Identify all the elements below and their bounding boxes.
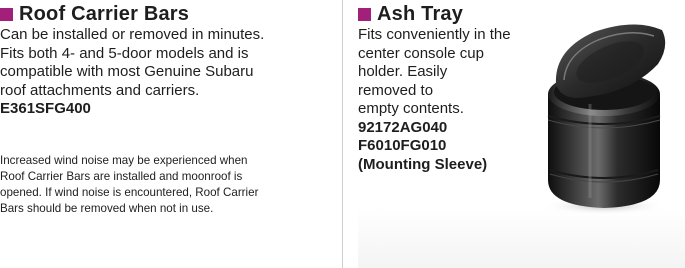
roof-carrier-bars-section: Roof Carrier Bars Can be installed or re… xyxy=(0,0,340,268)
roof-carrier-bars-part-number: E361SFG400 xyxy=(0,100,91,117)
ash-tray-description: Fits conveniently in the center console … xyxy=(358,26,536,119)
roof-carrier-bars-heading: Roof Carrier Bars xyxy=(0,2,340,26)
roof-carrier-bars-title: Roof Carrier Bars xyxy=(19,2,190,25)
description-line: roof attachments and carriers. xyxy=(0,81,200,99)
square-bullet-icon xyxy=(0,7,13,21)
mounting-sleeve-label: (Mounting Sleeve) xyxy=(358,155,488,173)
ash-tray-heading: Ash Tray xyxy=(358,2,538,26)
ash-tray-section: Ash Tray Fits conveniently in the center… xyxy=(358,0,685,268)
square-bullet-icon xyxy=(358,7,371,21)
note-line: Increased wind noise may be experienced … xyxy=(0,153,248,167)
ash-tray-image xyxy=(542,24,666,215)
description-line: Fits both 4- and 5-door models and is xyxy=(0,44,249,62)
description-line: removed to xyxy=(358,81,434,99)
mounting-sleeve-part-number: F6010FG010 xyxy=(358,137,447,154)
ash-tray-title: Ash Tray xyxy=(377,2,464,25)
ash-tray-part-number: 92172AG040 xyxy=(358,118,448,136)
description-line: compatible with most Genuine Subaru xyxy=(0,63,254,80)
note-line: Roof Carrier Bars are installed and moon… xyxy=(0,169,243,183)
roof-carrier-bars-description: Can be installed or removed in minutes. … xyxy=(0,26,340,100)
image-backdrop xyxy=(358,208,685,268)
description-line: center console cup xyxy=(358,44,484,62)
note-line: Bars should be removed when not in use. xyxy=(0,201,214,215)
wind-noise-note: Increased wind noise may be experienced … xyxy=(0,153,338,217)
description-line: empty contents. xyxy=(358,100,464,117)
column-divider xyxy=(342,0,343,268)
description-line: holder. Easily xyxy=(358,63,448,80)
ash-tray-text: Ash Tray Fits conveniently in the center… xyxy=(358,0,538,174)
note-line: opened. If wind noise is encountered, Ro… xyxy=(0,185,259,199)
description-line: Can be installed or removed in minutes. xyxy=(0,26,265,43)
description-line: Fits conveniently in the xyxy=(358,26,511,43)
